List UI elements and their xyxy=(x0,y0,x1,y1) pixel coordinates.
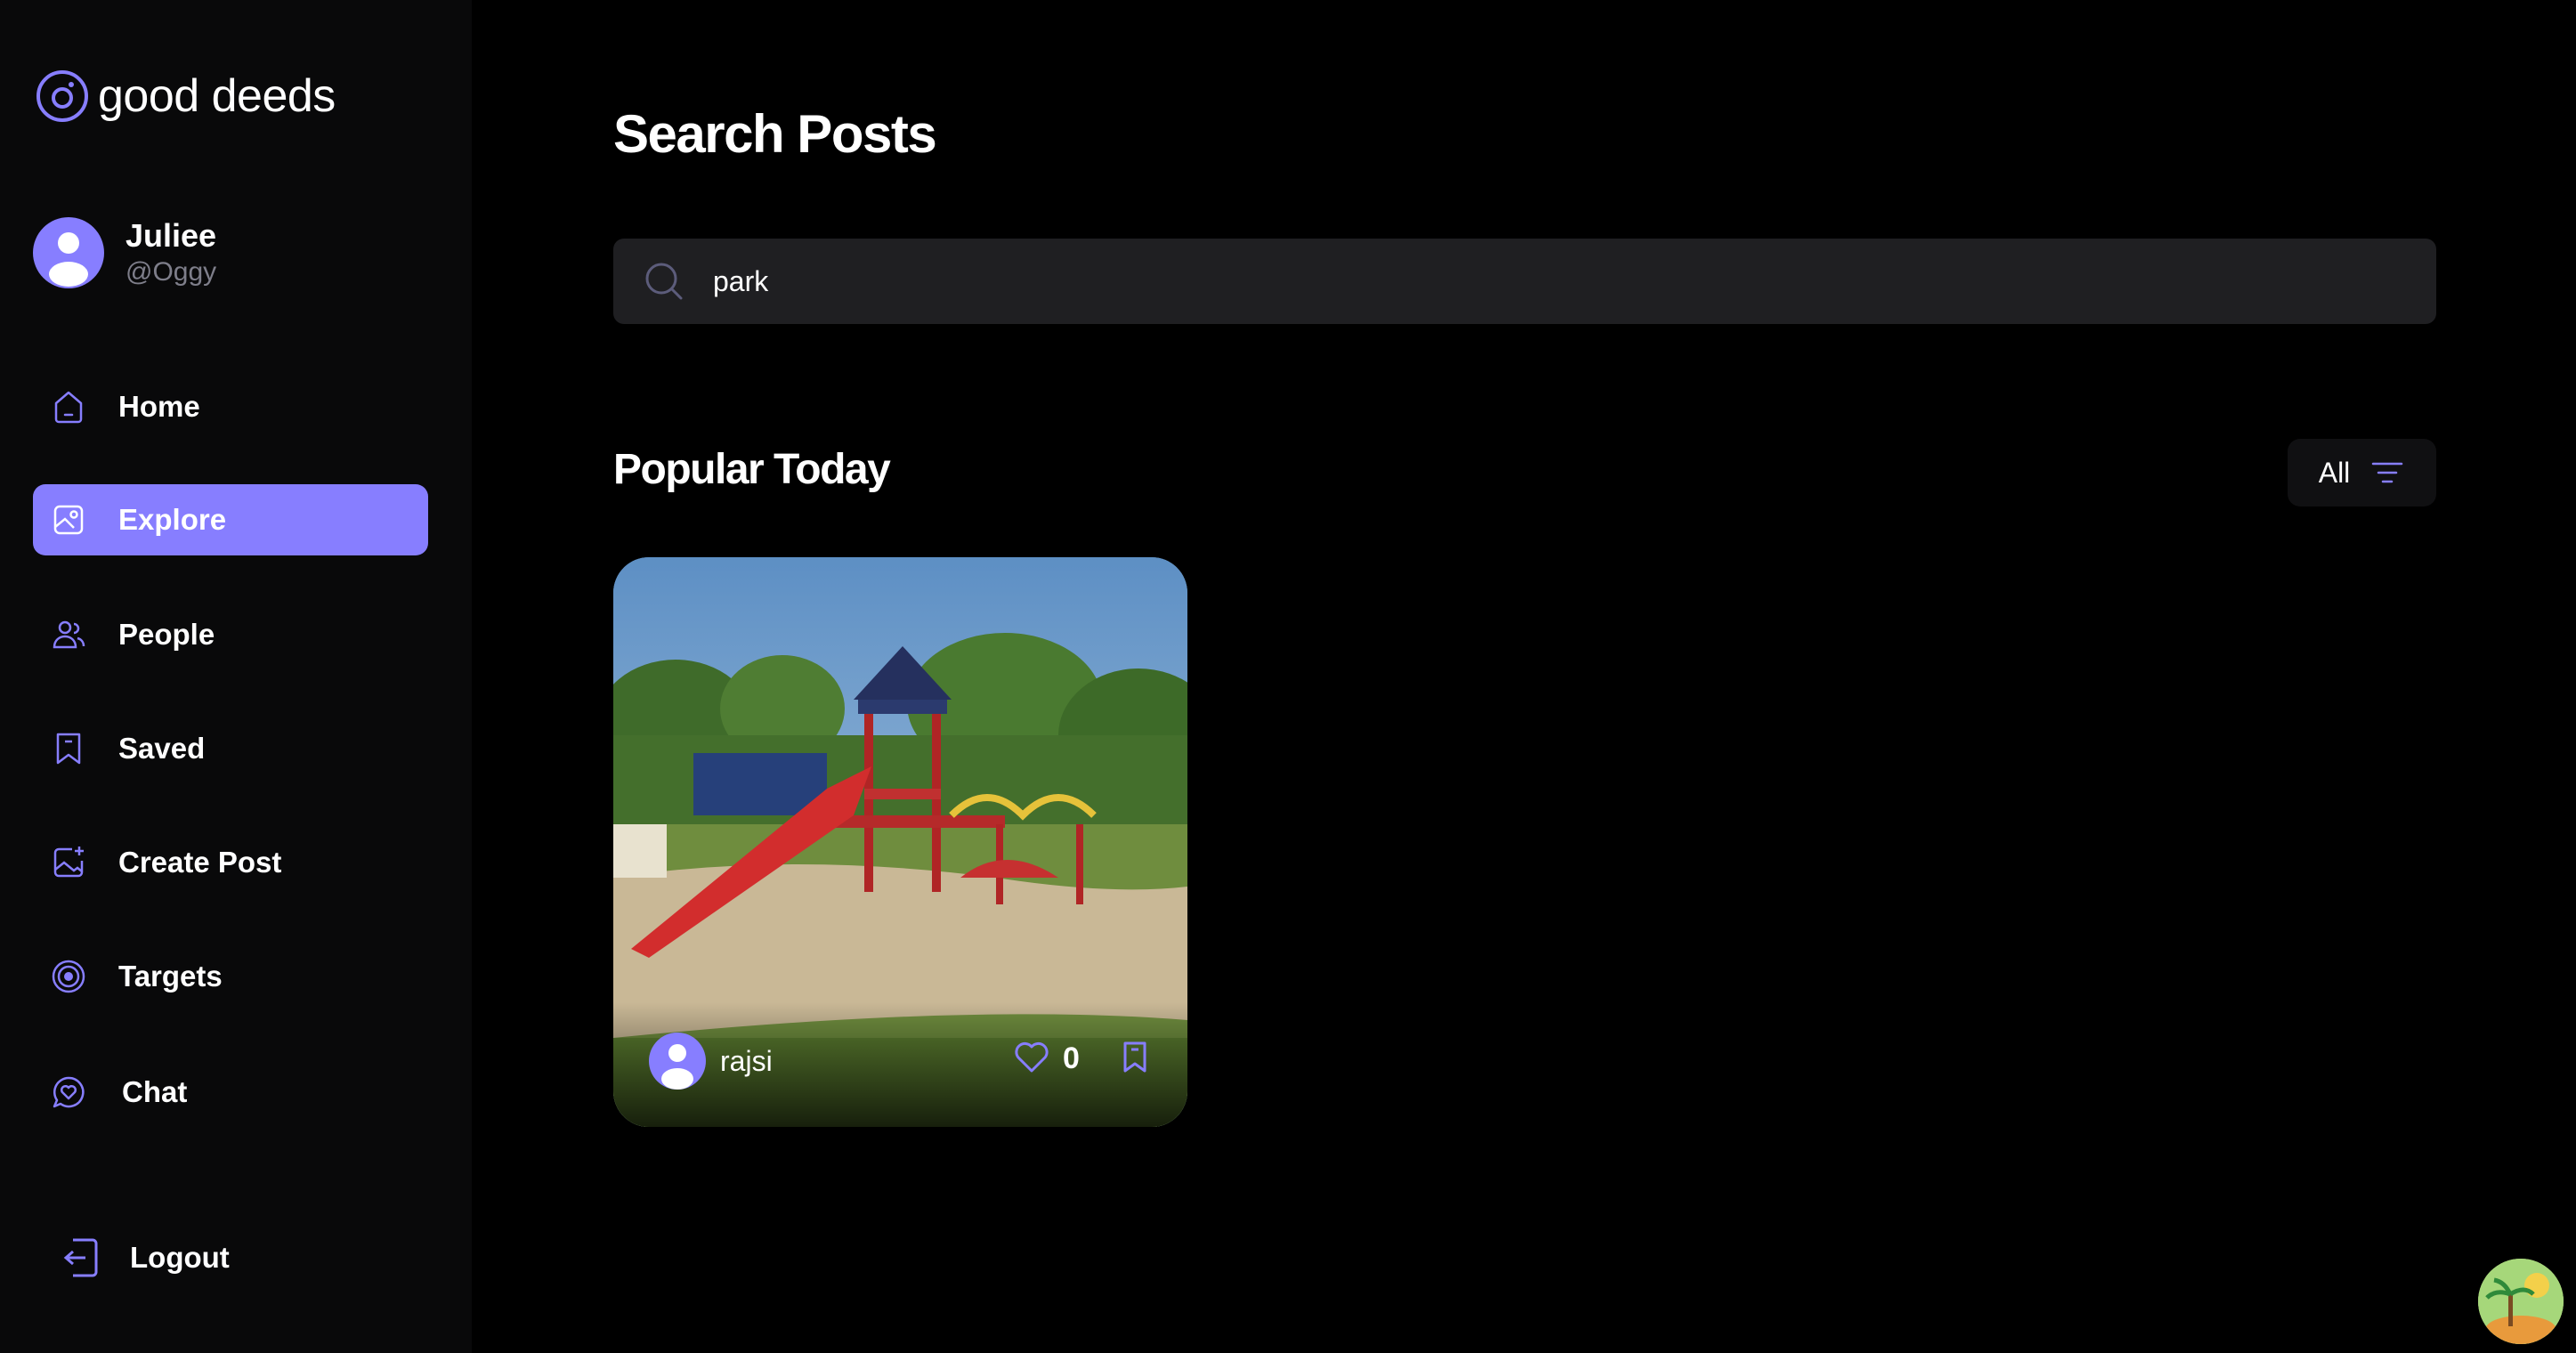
sidebar-item-chat[interactable]: Chat xyxy=(33,1057,428,1128)
bookmark-icon xyxy=(33,713,104,784)
sidebar-item-explore[interactable]: Explore xyxy=(33,484,428,555)
sidebar-item-label: Home xyxy=(118,390,200,423)
chat-heart-icon xyxy=(33,1057,104,1128)
app-root: good deeds Juliee @Oggy Home Explore Peo… xyxy=(0,0,2576,1353)
logo-icon xyxy=(36,70,88,122)
sidebar-item-label: Explore xyxy=(118,503,227,536)
logout-label: Logout xyxy=(130,1241,230,1274)
assistant-badge[interactable] xyxy=(2478,1259,2564,1344)
page-title: Search Posts xyxy=(613,104,937,164)
logout-icon xyxy=(63,1238,98,1277)
user-handle: @Oggy xyxy=(126,257,217,287)
sidebar-item-home[interactable]: Home xyxy=(33,371,428,442)
author-name: rajsi xyxy=(720,1044,773,1077)
sidebar-item-people[interactable]: People xyxy=(33,599,428,670)
heart-icon xyxy=(1015,1041,1049,1073)
avatar xyxy=(33,217,104,288)
sidebar-item-label: Saved xyxy=(118,732,206,765)
logout-button[interactable]: Logout xyxy=(46,1222,230,1293)
filter-button[interactable]: All xyxy=(2288,439,2436,506)
user-name: Juliee xyxy=(126,217,217,254)
search-bar[interactable] xyxy=(613,239,2436,324)
sidebar-item-saved[interactable]: Saved xyxy=(33,713,428,784)
sidebar-item-label: People xyxy=(118,618,215,651)
sidebar-item-targets[interactable]: Targets xyxy=(33,941,428,1012)
home-icon xyxy=(33,371,104,442)
section-title: Popular Today xyxy=(613,446,891,493)
brand-logo[interactable]: good deeds xyxy=(36,69,336,123)
sidebar-item-create-post[interactable]: Create Post xyxy=(33,827,428,898)
explore-icon xyxy=(33,484,104,555)
like-count: 0 xyxy=(1063,1041,1080,1075)
sidebar-item-label: Create Post xyxy=(118,846,282,879)
avatar xyxy=(649,1033,706,1090)
people-icon xyxy=(33,599,104,670)
bookmark-icon xyxy=(1123,1041,1146,1073)
search-input[interactable] xyxy=(713,255,2404,308)
sidebar-item-label: Targets xyxy=(118,960,223,992)
search-icon xyxy=(645,263,683,300)
like-button[interactable] xyxy=(1011,1036,1052,1082)
sidebar-item-label: Chat xyxy=(122,1075,188,1108)
user-profile[interactable]: Juliee @Oggy xyxy=(33,216,216,289)
image-add-icon xyxy=(33,827,104,898)
sidebar: good deeds Juliee @Oggy Home Explore Peo… xyxy=(0,0,472,1353)
filter-label: All xyxy=(2318,456,2351,489)
island-icon xyxy=(2478,1259,2564,1344)
target-icon xyxy=(33,941,104,1012)
post-author[interactable]: rajsi xyxy=(649,1033,773,1090)
post-stats: 0 xyxy=(1011,1036,1154,1082)
brand-name: good deeds xyxy=(98,70,336,122)
save-post-button[interactable] xyxy=(1115,1037,1154,1081)
post-card[interactable]: rajsi 0 xyxy=(613,557,1187,1127)
filter-icon xyxy=(2372,462,2403,483)
